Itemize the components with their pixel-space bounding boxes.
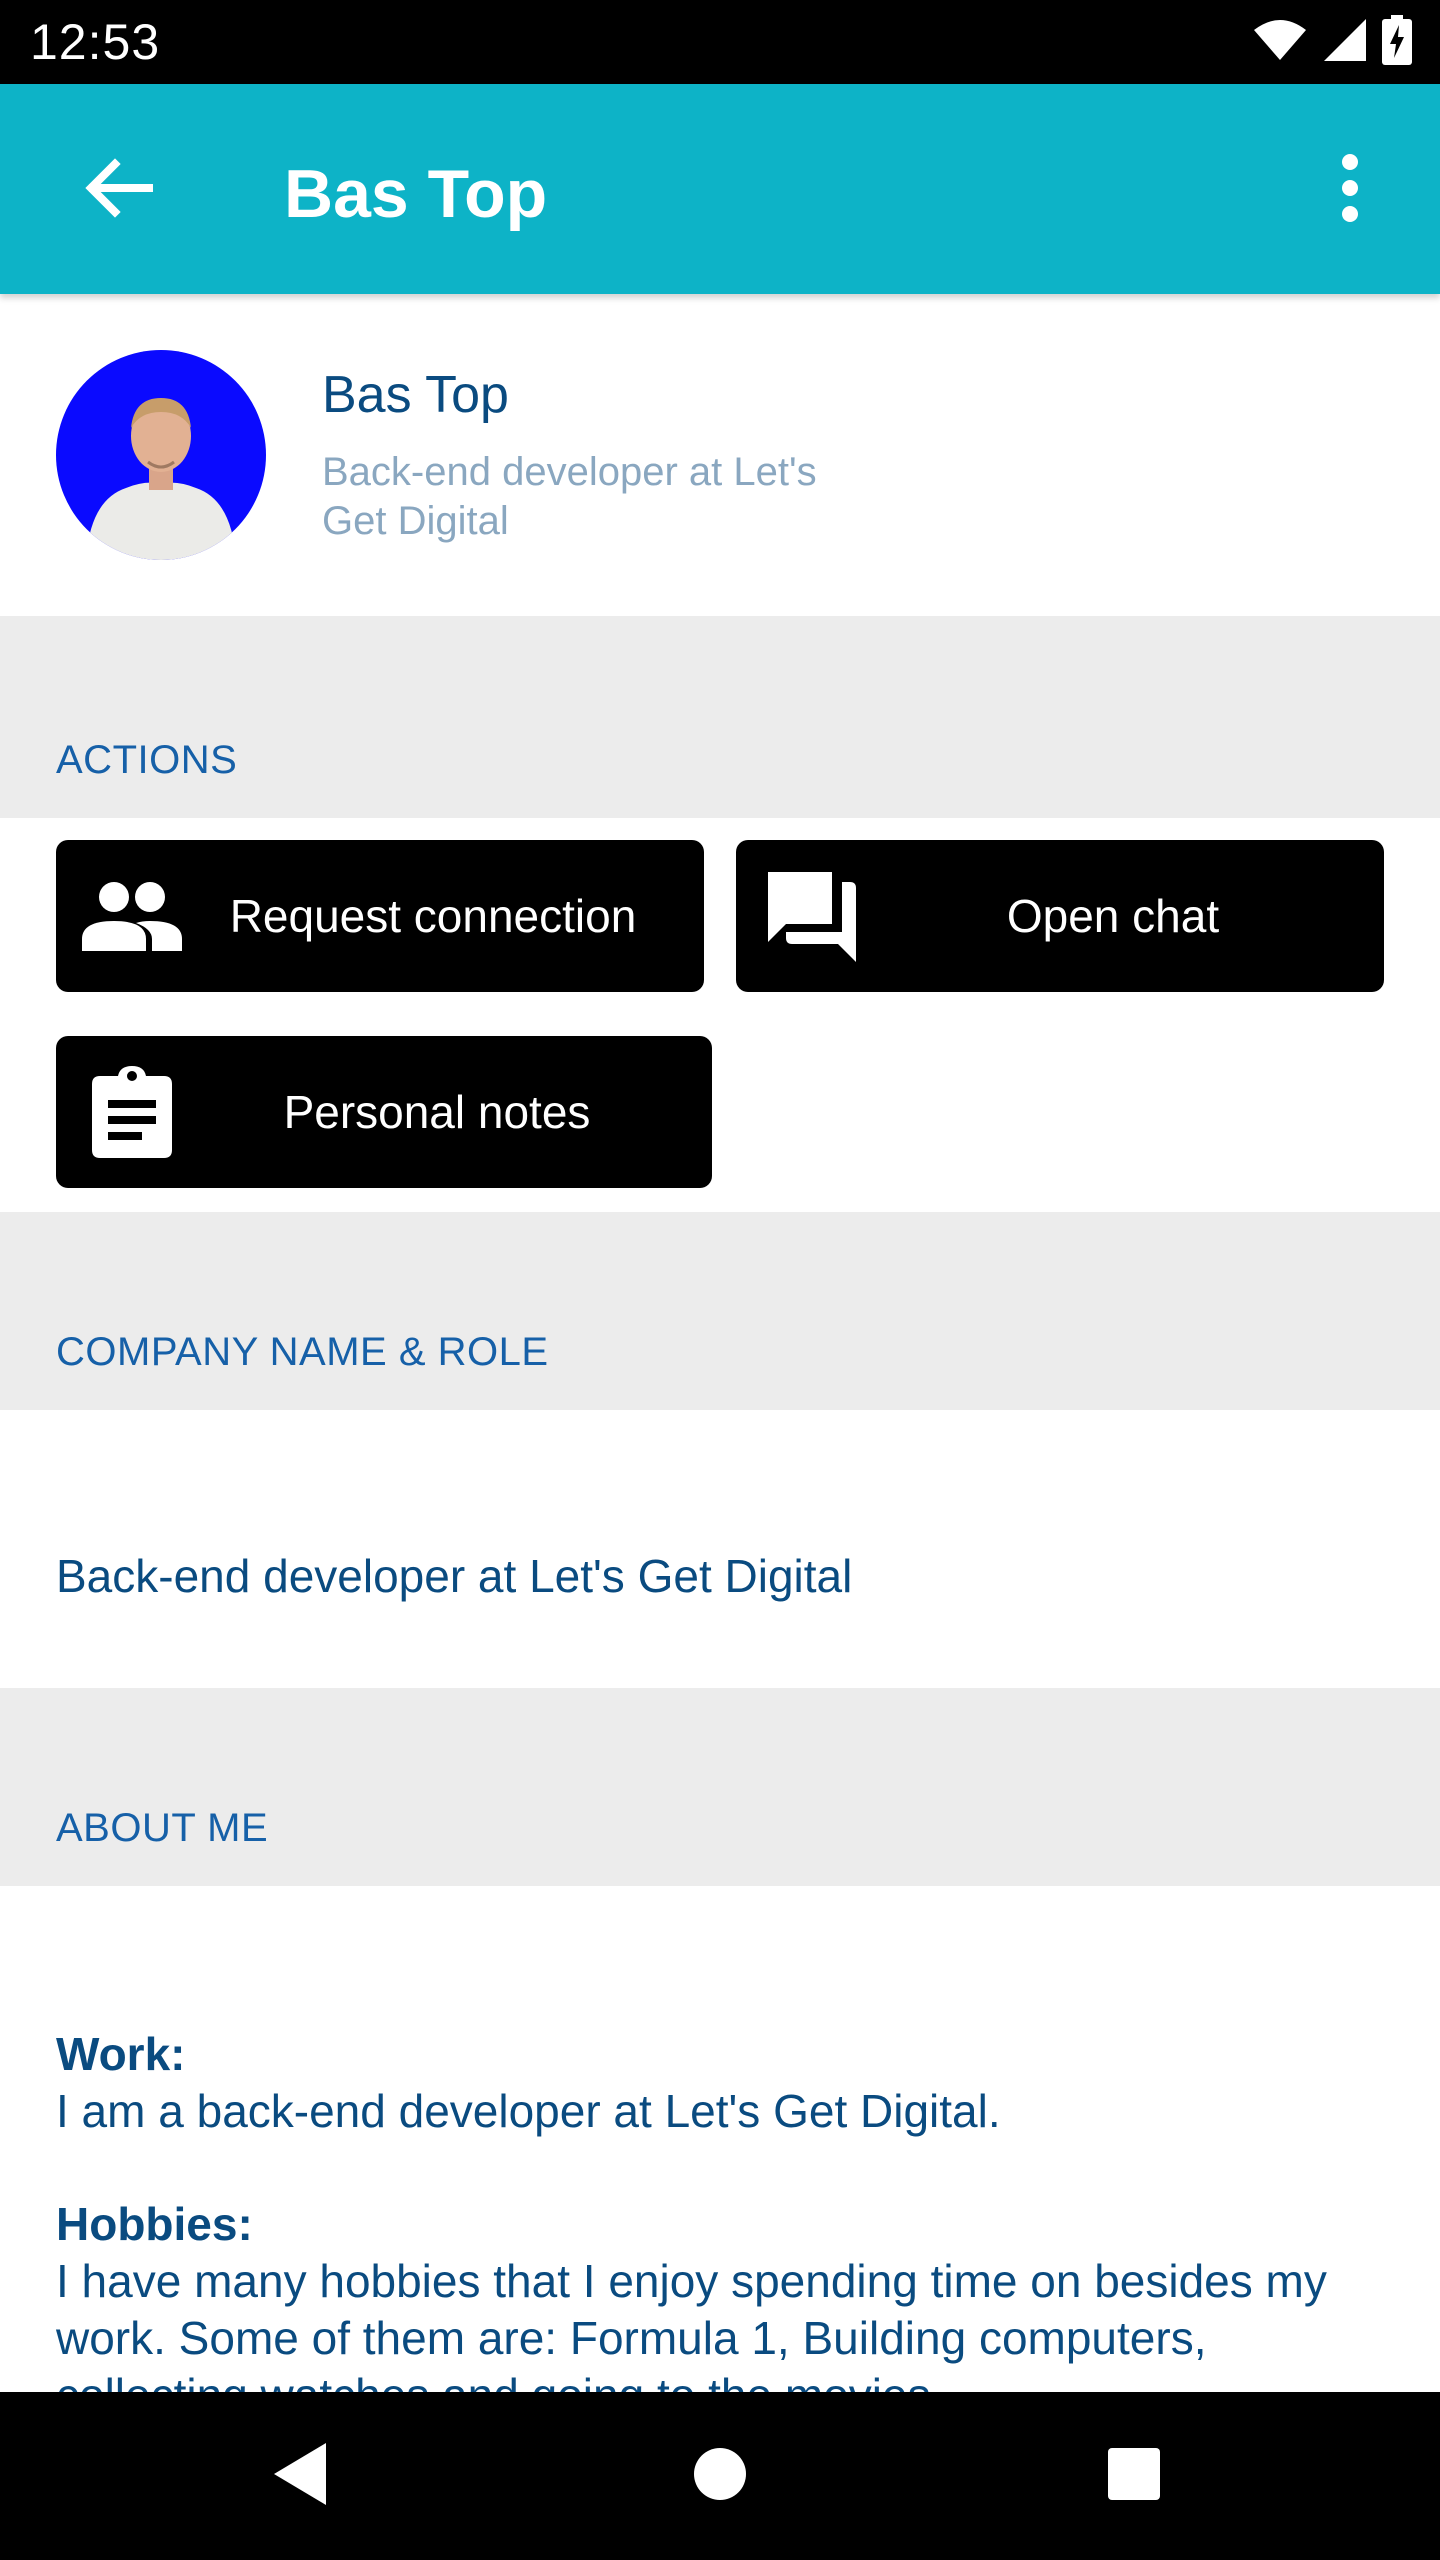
nav-home-button[interactable] <box>670 2426 770 2526</box>
request-connection-button[interactable]: Request connection <box>56 840 704 992</box>
personal-notes-label: Personal notes <box>283 1086 591 1138</box>
company-role-text: Back-end developer at Let's Get Digital <box>56 1550 853 1602</box>
about-spacer <box>56 2140 1396 2196</box>
home-circle-icon <box>692 2446 748 2507</box>
nav-recents-button[interactable] <box>1084 2426 1184 2526</box>
clipboard-icon <box>80 1060 184 1164</box>
about-section: Work: I am a back-end developer at Let's… <box>0 1886 1440 2392</box>
people-icon <box>80 864 184 968</box>
open-chat-button[interactable]: Open chat <box>736 840 1384 992</box>
company-section: Back-end developer at Let's Get Digital <box>0 1410 1440 1688</box>
actions-panel: Request connection Open chat Personal no… <box>0 818 1440 1212</box>
status-time: 12:53 <box>30 14 161 70</box>
request-connection-label: Request connection <box>229 890 637 942</box>
profile-name: Bas Top <box>322 366 509 424</box>
chat-icon <box>760 864 864 968</box>
app-bar: Bas Top <box>0 84 1440 294</box>
wifi-icon <box>1252 18 1308 67</box>
work-text: I am a back-end developer at Let's Get D… <box>56 2085 1001 2137</box>
hobbies-text: I have many hobbies that I enjoy spendin… <box>56 2255 1327 2392</box>
section-header-actions: ACTIONS <box>0 616 1440 818</box>
profile-role: Back-end developer at Let's Get Digital <box>322 450 817 543</box>
work-label: Work: <box>56 2028 186 2080</box>
cellular-signal-icon <box>1322 17 1368 68</box>
section-header-company: COMPANY NAME & ROLE <box>0 1212 1440 1410</box>
section-title-company: COMPANY NAME & ROLE <box>56 1330 549 1374</box>
hobbies-label: Hobbies: <box>56 2198 253 2250</box>
open-chat-label: Open chat <box>1006 890 1220 942</box>
section-title-about: ABOUT ME <box>56 1806 269 1850</box>
section-title-actions: ACTIONS <box>56 738 238 782</box>
more-vertical-icon <box>1340 153 1360 228</box>
about-content: Work: I am a back-end developer at Let's… <box>56 2026 1396 2392</box>
back-button[interactable] <box>74 146 162 234</box>
more-options-button[interactable] <box>1306 146 1394 234</box>
app-title: Bas Top <box>284 156 548 232</box>
recents-square-icon <box>1106 2446 1162 2507</box>
personal-notes-button[interactable]: Personal notes <box>56 1036 712 1188</box>
profile-header: Bas Top Back-end developer at Let's Get … <box>0 294 1440 616</box>
status-bar: 12:53 <box>0 0 1440 84</box>
battery-charging-icon <box>1382 14 1412 70</box>
nav-back-button[interactable] <box>250 2426 350 2526</box>
system-nav-bar <box>0 2392 1440 2560</box>
arrow-left-icon <box>83 156 153 225</box>
section-header-about: ABOUT ME <box>0 1688 1440 1886</box>
back-triangle-icon <box>270 2441 330 2512</box>
avatar <box>56 350 266 560</box>
status-icons <box>1252 14 1412 70</box>
